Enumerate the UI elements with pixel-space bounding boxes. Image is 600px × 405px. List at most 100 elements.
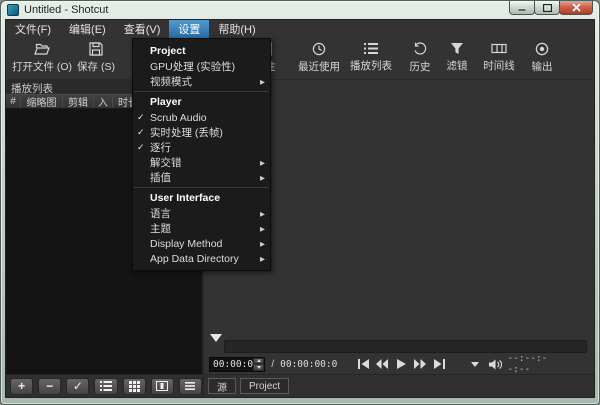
close-icon <box>572 3 581 12</box>
view-tiles-button[interactable] <box>123 378 146 395</box>
volume-button[interactable] <box>487 357 503 372</box>
submenu-arrow-icon: ▶ <box>257 78 265 86</box>
view-details-button[interactable] <box>94 378 117 395</box>
menu-file[interactable]: 文件(F) <box>6 20 60 38</box>
menu-header-player: Player <box>133 94 270 110</box>
toolbar-playlist[interactable]: 播放列表 <box>343 41 399 77</box>
menu-separator <box>134 91 269 92</box>
skip-to-end-button[interactable] <box>431 357 447 372</box>
time-separator: / <box>269 359 276 370</box>
minimize-button[interactable] <box>509 1 535 15</box>
submenu-arrow-icon: ▶ <box>257 210 265 218</box>
menu-separator <box>134 187 269 188</box>
chevron-down-icon <box>471 362 479 367</box>
window-controls <box>510 1 593 15</box>
skip-to-start-icon <box>358 359 369 369</box>
playlist-footer: + − ✓ <box>6 374 202 397</box>
submenu-arrow-icon: ▶ <box>257 159 265 167</box>
menu-item-realtime[interactable]: ✓ 实时处理 (丢帧) <box>133 125 270 140</box>
menu-item-gpu-processing[interactable]: GPU处理 (实验性) <box>133 59 270 74</box>
view-tiles-icon <box>129 381 140 392</box>
check-icon: ✓ <box>137 127 150 138</box>
save-icon <box>89 42 103 56</box>
export-icon <box>535 42 549 56</box>
menu-item-app-data-directory[interactable]: App Data Directory ▶ <box>133 251 270 266</box>
seek-bar[interactable] <box>224 340 587 353</box>
tab-source[interactable]: 源 <box>208 378 236 394</box>
menu-help[interactable]: 帮助(H) <box>209 20 264 38</box>
playhead-icon[interactable] <box>210 334 222 342</box>
rewind-icon <box>376 359 388 369</box>
menu-header-user-interface: User Interface <box>133 190 270 206</box>
submenu-arrow-icon: ▶ <box>257 240 265 248</box>
window-title: Untitled - Shotcut <box>24 4 108 16</box>
spinner-down-icon[interactable] <box>253 364 264 371</box>
menu-item-language[interactable]: 语言 ▶ <box>133 206 270 221</box>
column-thumbnail[interactable]: 缩略图 <box>21 95 63 108</box>
clock-icon <box>312 42 326 56</box>
menu-bar: 文件(F) 编辑(E) 查看(V) 设置 帮助(H) <box>6 20 594 38</box>
view-details-icon <box>100 381 112 391</box>
play-icon <box>397 359 406 369</box>
history-icon <box>413 42 427 56</box>
fast-forward-icon <box>414 359 426 369</box>
transport-buttons <box>355 357 447 372</box>
total-time-value: 00:00:00:0 <box>280 359 337 370</box>
seek-row <box>204 334 594 354</box>
play-button[interactable] <box>393 357 409 372</box>
shotcut-window: Untitled - Shotcut 文件(F) 编辑(E) 查看(V) 设置 … <box>0 0 600 405</box>
remaining-time-value: --:--:--:-- <box>507 353 564 375</box>
menu-item-interpolation[interactable]: 插值 ▶ <box>133 170 270 185</box>
menu-item-deinterlacer[interactable]: 解交错 ▶ <box>133 155 270 170</box>
submenu-arrow-icon: ▶ <box>257 255 265 263</box>
timeline-icon <box>491 42 507 55</box>
view-icons-icon <box>156 381 168 391</box>
rewind-button[interactable] <box>374 357 390 372</box>
tab-project[interactable]: Project <box>240 378 289 394</box>
hamburger-menu-icon <box>185 382 195 390</box>
minimize-icon <box>518 4 526 11</box>
fast-forward-button[interactable] <box>412 357 428 372</box>
maximize-button[interactable] <box>534 1 560 15</box>
update-button[interactable]: ✓ <box>66 378 89 395</box>
app-icon <box>7 4 19 16</box>
menu-item-video-mode[interactable]: 视频模式 ▶ <box>133 74 270 89</box>
menu-edit[interactable]: 编辑(E) <box>60 20 115 38</box>
toolbar-export[interactable]: 输出 <box>520 41 564 77</box>
menu-item-display-method[interactable]: Display Method ▶ <box>133 236 270 251</box>
check-icon: ✓ <box>137 112 150 123</box>
playlist-menu-button[interactable] <box>179 378 202 395</box>
toolbar-open-file[interactable]: 打开文件 (O) <box>11 41 73 77</box>
time-spinner <box>253 358 264 371</box>
view-icons-button[interactable] <box>151 378 174 395</box>
remove-button[interactable]: − <box>38 378 61 395</box>
menu-settings[interactable]: 设置 <box>169 20 209 38</box>
toolbar-recent[interactable]: 最近使用 <box>291 41 347 77</box>
speaker-icon <box>489 359 502 370</box>
toolbar-save[interactable]: 保存 (S) <box>71 41 121 77</box>
player-tab-bar: 源 Project <box>204 374 594 397</box>
main-area: 播放列表 # 缩略图 剪辑 入 时长 开始 + − ✓ <box>6 80 594 397</box>
content-area: 文件(F) 编辑(E) 查看(V) 设置 帮助(H) 打开文件 (O) 保存 (… <box>5 19 595 398</box>
transport-controls: 00:00:00:00 / 00:00:00:0 <box>204 354 594 374</box>
menu-view[interactable]: 查看(V) <box>115 20 170 38</box>
menu-item-progressive[interactable]: ✓ 逐行 <box>133 140 270 155</box>
toolbar-timeline[interactable]: 时间线 <box>473 41 525 77</box>
settings-dropdown-menu: Project GPU处理 (实验性) 视频模式 ▶ Player ✓ Scru… <box>132 38 271 271</box>
menu-item-scrub-audio[interactable]: ✓ Scrub Audio <box>133 110 270 125</box>
submenu-arrow-icon: ▶ <box>257 225 265 233</box>
skip-to-start-button[interactable] <box>355 357 371 372</box>
open-file-icon <box>34 42 50 56</box>
player-options-button[interactable] <box>467 357 483 372</box>
column-clip[interactable]: 剪辑 <box>63 95 94 108</box>
menu-item-theme[interactable]: 主题 ▶ <box>133 221 270 236</box>
maximize-icon <box>543 4 552 12</box>
append-button[interactable]: + <box>10 378 33 395</box>
column-index[interactable]: # <box>6 95 21 108</box>
column-in[interactable]: 入 <box>94 95 113 108</box>
playlist-icon <box>364 42 378 55</box>
filter-icon <box>450 42 464 55</box>
skip-to-end-icon <box>434 359 445 369</box>
close-button[interactable] <box>559 1 593 15</box>
current-time-field[interactable]: 00:00:00:00 <box>209 357 265 372</box>
